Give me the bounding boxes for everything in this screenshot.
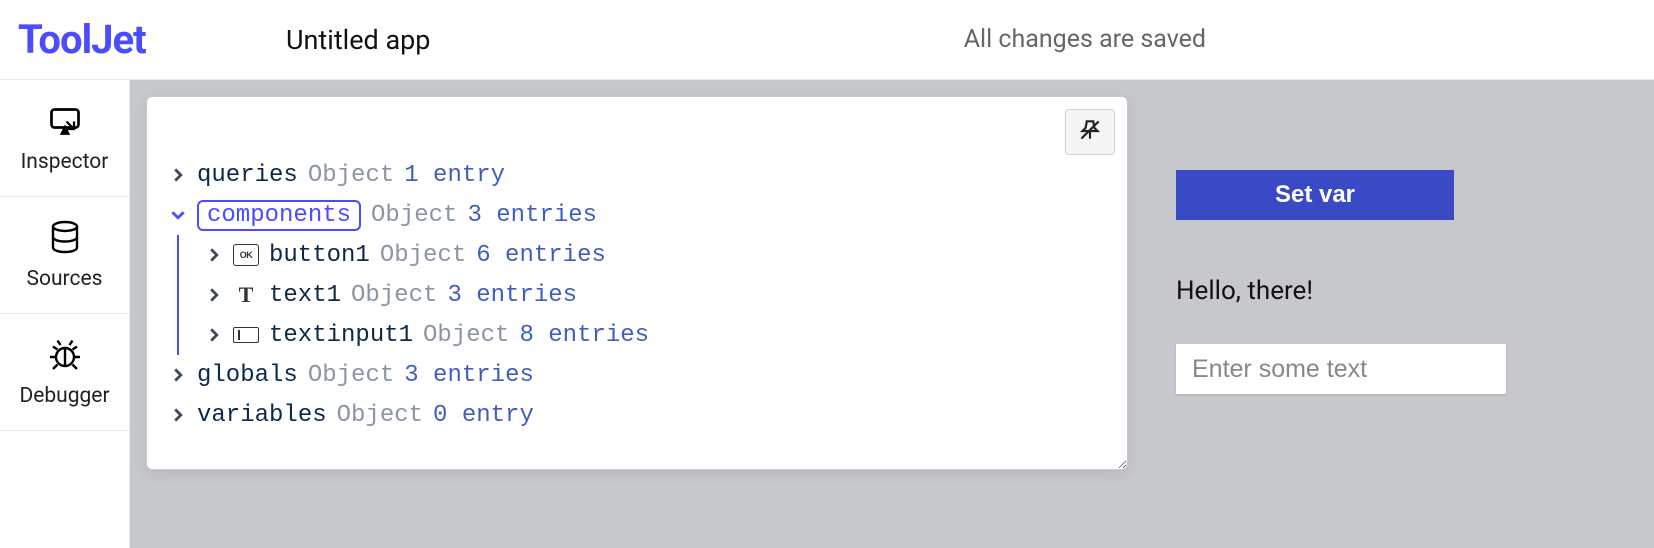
node-entries: 3 entries	[467, 202, 597, 229]
tree-node-components[interactable]: components Object 3 entries	[169, 195, 1105, 235]
chevron-right-icon[interactable]	[169, 406, 187, 424]
node-entries: 0 entry	[433, 402, 534, 429]
cursor-icon	[47, 102, 83, 150]
chevron-right-icon[interactable]	[205, 286, 223, 304]
chevron-down-icon[interactable]	[169, 206, 187, 224]
app-header: ToolJet Untitled app All changes are sav…	[0, 0, 1654, 80]
node-type: Object	[371, 202, 457, 229]
node-entries: 1 entry	[404, 162, 505, 189]
sidebar-item-sources[interactable]: Sources	[0, 197, 129, 314]
node-key: variables	[197, 402, 327, 429]
node-type: Object	[423, 322, 509, 349]
sidebar: Inspector Sources Debugger	[0, 80, 130, 548]
button-component-icon: OK	[233, 244, 259, 266]
node-key: text1	[269, 282, 341, 309]
chevron-right-icon[interactable]	[169, 166, 187, 184]
node-key: textinput1	[269, 322, 413, 349]
node-type: Object	[380, 242, 466, 269]
node-type: Object	[351, 282, 437, 309]
node-key: queries	[197, 162, 298, 189]
node-entries: 3 entries	[404, 362, 534, 389]
app-title[interactable]: Untitled app	[286, 24, 430, 56]
node-type: Object	[308, 362, 394, 389]
chevron-right-icon[interactable]	[169, 366, 187, 384]
app-preview: Set var Hello, there!	[1176, 170, 1506, 394]
text-input[interactable]	[1176, 344, 1506, 394]
hello-text: Hello, there!	[1176, 276, 1506, 306]
sidebar-item-debugger[interactable]: Debugger	[0, 314, 129, 431]
inspector-panel: queries Object 1 entry components Object…	[146, 96, 1128, 470]
tree-node-queries[interactable]: queries Object 1 entry	[169, 155, 1105, 195]
node-entries: 3 entries	[447, 282, 577, 309]
canvas[interactable]: queries Object 1 entry components Object…	[130, 80, 1654, 548]
sidebar-item-label: Sources	[27, 267, 103, 291]
set-var-button[interactable]: Set var	[1176, 170, 1454, 220]
node-key: globals	[197, 362, 298, 389]
tree-node-globals[interactable]: globals Object 3 entries	[169, 355, 1105, 395]
database-icon	[47, 219, 83, 267]
sidebar-item-label: Debugger	[19, 384, 109, 408]
text-component-icon: T	[233, 284, 259, 306]
chevron-right-icon[interactable]	[205, 326, 223, 344]
main-area: Inspector Sources Debugger	[0, 80, 1654, 548]
node-key: components	[197, 200, 361, 231]
node-type: Object	[337, 402, 423, 429]
sidebar-item-label: Inspector	[21, 150, 109, 174]
logo[interactable]: ToolJet	[18, 16, 286, 63]
sidebar-item-inspector[interactable]: Inspector	[0, 80, 129, 197]
chevron-right-icon[interactable]	[205, 246, 223, 264]
tree-node-variables[interactable]: variables Object 0 entry	[169, 395, 1105, 435]
tree-node-button1[interactable]: OK button1 Object 6 entries	[169, 235, 1105, 275]
node-entries: 8 entries	[519, 322, 649, 349]
node-type: Object	[308, 162, 394, 189]
tree-node-textinput1[interactable]: textinput1 Object 8 entries	[169, 315, 1105, 355]
save-status: All changes are saved	[964, 25, 1206, 54]
node-entries: 6 entries	[476, 242, 606, 269]
node-key: button1	[269, 242, 370, 269]
tree-node-text1[interactable]: T text1 Object 3 entries	[169, 275, 1105, 315]
pin-icon	[1077, 117, 1103, 148]
textinput-component-icon	[233, 327, 259, 343]
pin-button[interactable]	[1065, 109, 1115, 155]
bug-icon	[47, 336, 83, 384]
